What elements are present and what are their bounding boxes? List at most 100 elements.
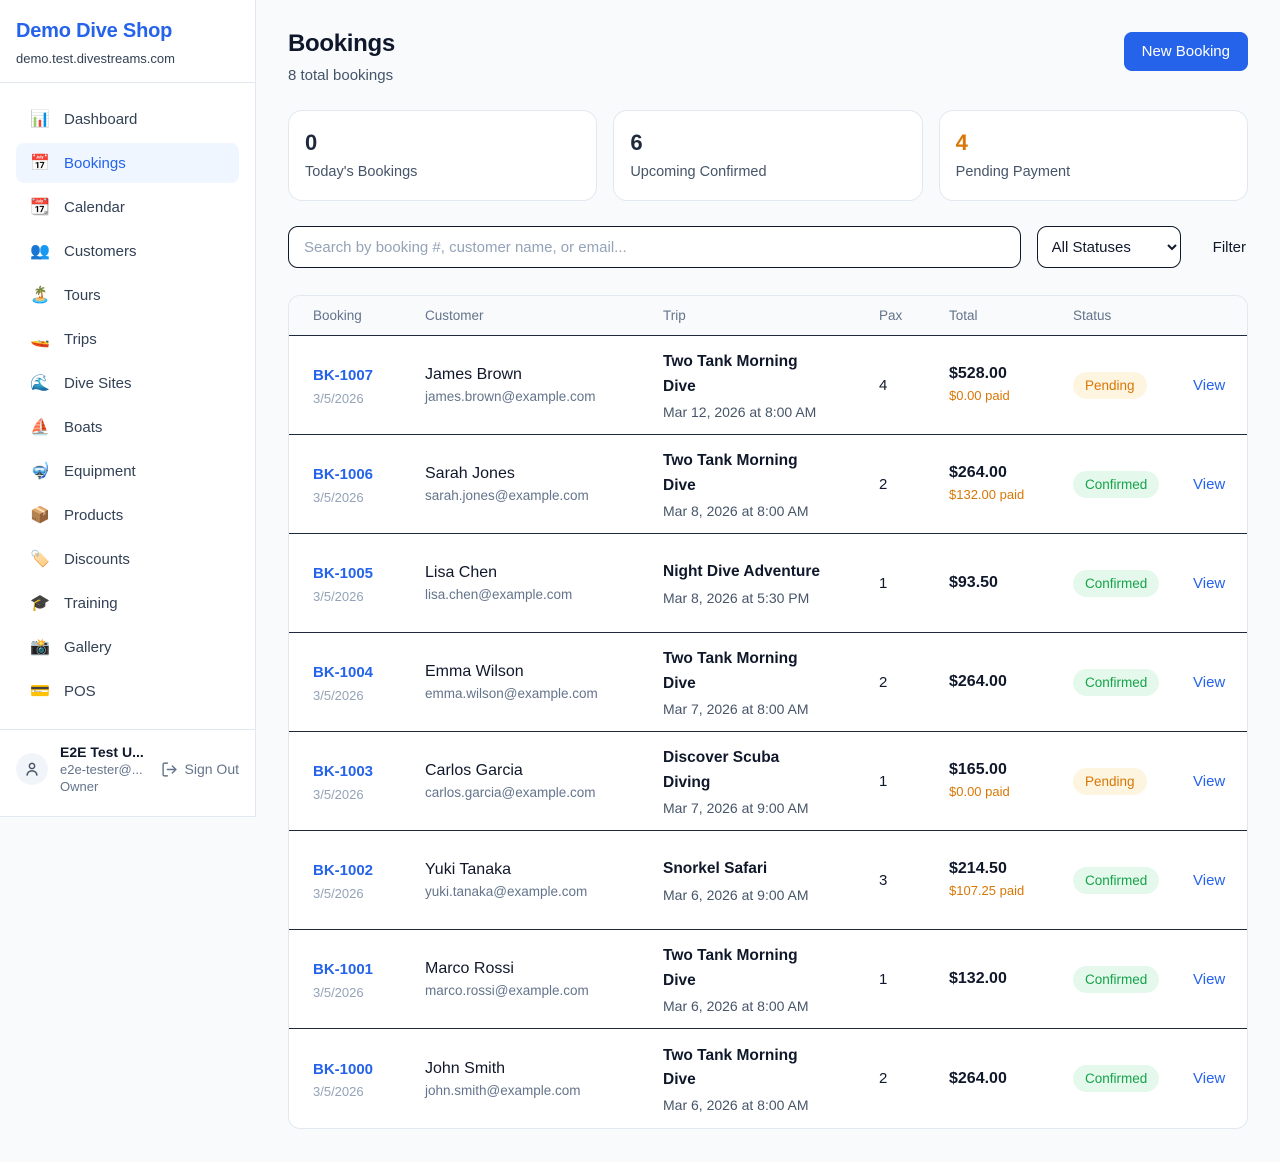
booking-date: 3/5/2026 <box>313 886 401 901</box>
booking-id-link[interactable]: BK-1003 <box>313 760 375 783</box>
sidebar-item-label: Dashboard <box>64 111 137 128</box>
stat-value: 0 <box>305 130 580 156</box>
tear-off-calendar-icon: 📆 <box>30 197 50 217</box>
status-badge: Confirmed <box>1073 966 1159 993</box>
total-amount: $132.00 <box>949 970 1073 988</box>
sidebar-item-training[interactable]: 🎓 Training <box>16 583 239 623</box>
main-content: Bookings 8 total bookings New Booking 0 … <box>256 0 1280 1161</box>
table-row: BK-1007 3/5/2026 James Brown james.brown… <box>289 336 1247 435</box>
logout-icon <box>161 761 178 778</box>
view-button[interactable]: View <box>1193 971 1247 988</box>
customer-name: Emma Wilson <box>425 663 663 681</box>
col-header-pax: Pax <box>879 308 949 323</box>
booking-id-link[interactable]: BK-1007 <box>313 364 401 387</box>
stat-label: Upcoming Confirmed <box>630 164 905 180</box>
view-button[interactable]: View <box>1193 377 1247 394</box>
customer-email: john.smith@example.com <box>425 1083 663 1098</box>
sidebar-user-footer: E2E Test U... e2e-tester@... Owner Sign … <box>0 730 255 812</box>
sidebar-item-label: Bookings <box>64 155 126 172</box>
sidebar-item-label: Tours <box>64 287 101 304</box>
sign-out-button[interactable]: Sign Out <box>161 761 239 778</box>
sidebar-item-label: Dive Sites <box>64 375 132 392</box>
booking-date: 3/5/2026 <box>313 589 401 604</box>
table-row: BK-1000 3/5/2026 John Smith john.smith@e… <box>289 1029 1247 1128</box>
sidebar-item-calendar[interactable]: 📆 Calendar <box>16 187 239 227</box>
sidebar-item-label: Equipment <box>64 463 136 480</box>
sidebar-item-dashboard[interactable]: 📊 Dashboard <box>16 99 239 139</box>
trip-datetime: Mar 6, 2026 at 9:00 AM <box>663 887 879 903</box>
sidebar-item-tours[interactable]: 🏝️ Tours <box>16 275 239 315</box>
booking-id-link[interactable]: BK-1005 <box>313 562 375 585</box>
view-button[interactable]: View <box>1193 674 1247 691</box>
table-row: BK-1006 3/5/2026 Sarah Jones sarah.jones… <box>289 435 1247 534</box>
sidebar-item-discounts[interactable]: 🏷️ Discounts <box>16 539 239 579</box>
stat-value: 4 <box>956 130 1231 156</box>
pax-count: 2 <box>879 674 949 691</box>
table-row: BK-1001 3/5/2026 Marco Rossi marco.rossi… <box>289 930 1247 1029</box>
view-button[interactable]: View <box>1193 1070 1247 1087</box>
table-row: BK-1003 3/5/2026 Carlos Garcia carlos.ga… <box>289 732 1247 831</box>
trip-datetime: Mar 12, 2026 at 8:00 AM <box>663 404 879 420</box>
person-icon <box>23 760 41 778</box>
wave-icon: 🌊 <box>30 373 50 393</box>
sidebar-item-dive-sites[interactable]: 🌊 Dive Sites <box>16 363 239 403</box>
sidebar-item-label: Calendar <box>64 199 125 216</box>
booking-id-link[interactable]: BK-1004 <box>313 661 375 684</box>
col-header-booking: Booking <box>313 308 425 323</box>
total-amount: $214.50 <box>949 860 1073 878</box>
sidebar-item-pos[interactable]: 💳 POS <box>16 671 239 711</box>
sidebar: Demo Dive Shop demo.test.divestreams.com… <box>0 0 256 817</box>
sidebar-item-gallery[interactable]: 📸 Gallery <box>16 627 239 667</box>
stat-value: 6 <box>630 130 905 156</box>
col-header-customer: Customer <box>425 308 663 323</box>
booking-id-link[interactable]: BK-1001 <box>313 958 401 981</box>
customer-email: carlos.garcia@example.com <box>425 785 663 800</box>
sidebar-item-trips[interactable]: 🚤 Trips <box>16 319 239 359</box>
sidebar-item-boats[interactable]: ⛵ Boats <box>16 407 239 447</box>
filter-row: All Statuses Filter <box>288 226 1248 268</box>
booking-date: 3/5/2026 <box>313 391 401 406</box>
new-booking-button[interactable]: New Booking <box>1124 32 1248 71</box>
trip-name: Two Tank Morning Dive <box>663 350 827 398</box>
customer-email: sarah.jones@example.com <box>425 488 663 503</box>
pax-count: 1 <box>879 971 949 988</box>
paid-amount: $132.00 paid <box>949 486 1029 504</box>
pax-count: 3 <box>879 872 949 889</box>
view-button[interactable]: View <box>1193 575 1247 592</box>
trip-name: Two Tank Morning Dive <box>663 647 827 695</box>
user-info: E2E Test U... e2e-tester@... Owner <box>60 744 149 794</box>
view-button[interactable]: View <box>1193 872 1247 889</box>
status-badge: Confirmed <box>1073 669 1159 696</box>
filter-button[interactable]: Filter <box>1211 235 1248 260</box>
sidebar-header: Demo Dive Shop demo.test.divestreams.com <box>0 0 255 83</box>
pax-count: 2 <box>879 1070 949 1087</box>
stats-cards: 0 Today's Bookings 6 Upcoming Confirmed … <box>288 110 1248 201</box>
avatar <box>16 753 48 785</box>
sidebar-item-bookings[interactable]: 📅 Bookings <box>16 143 239 183</box>
col-header-trip: Trip <box>663 308 879 323</box>
total-amount: $264.00 <box>949 464 1073 482</box>
view-button[interactable]: View <box>1193 773 1247 790</box>
trip-datetime: Mar 7, 2026 at 8:00 AM <box>663 701 879 717</box>
stat-label: Today's Bookings <box>305 164 580 180</box>
tag-icon: 🏷️ <box>30 549 50 569</box>
status-badge: Confirmed <box>1073 1065 1159 1092</box>
table-row: BK-1005 3/5/2026 Lisa Chen lisa.chen@exa… <box>289 534 1247 633</box>
sidebar-item-products[interactable]: 📦 Products <box>16 495 239 535</box>
view-button[interactable]: View <box>1193 476 1247 493</box>
status-badge: Pending <box>1073 372 1147 399</box>
booking-id-link[interactable]: BK-1000 <box>313 1058 375 1081</box>
sidebar-item-equipment[interactable]: 🤿 Equipment <box>16 451 239 491</box>
customer-email: emma.wilson@example.com <box>425 686 663 701</box>
shop-title: Demo Dive Shop <box>16 20 239 43</box>
status-badge: Confirmed <box>1073 570 1159 597</box>
trip-name: Two Tank Morning Dive <box>663 1044 827 1092</box>
booking-id-link[interactable]: BK-1006 <box>313 463 375 486</box>
sidebar-item-label: Products <box>64 507 123 524</box>
status-filter-select[interactable]: All Statuses <box>1037 226 1181 268</box>
trip-name: Discover Scuba Diving <box>663 746 827 794</box>
booking-id-link[interactable]: BK-1002 <box>313 859 375 882</box>
search-input[interactable] <box>288 226 1021 268</box>
sidebar-item-customers[interactable]: 👥 Customers <box>16 231 239 271</box>
customer-name: Marco Rossi <box>425 960 663 978</box>
